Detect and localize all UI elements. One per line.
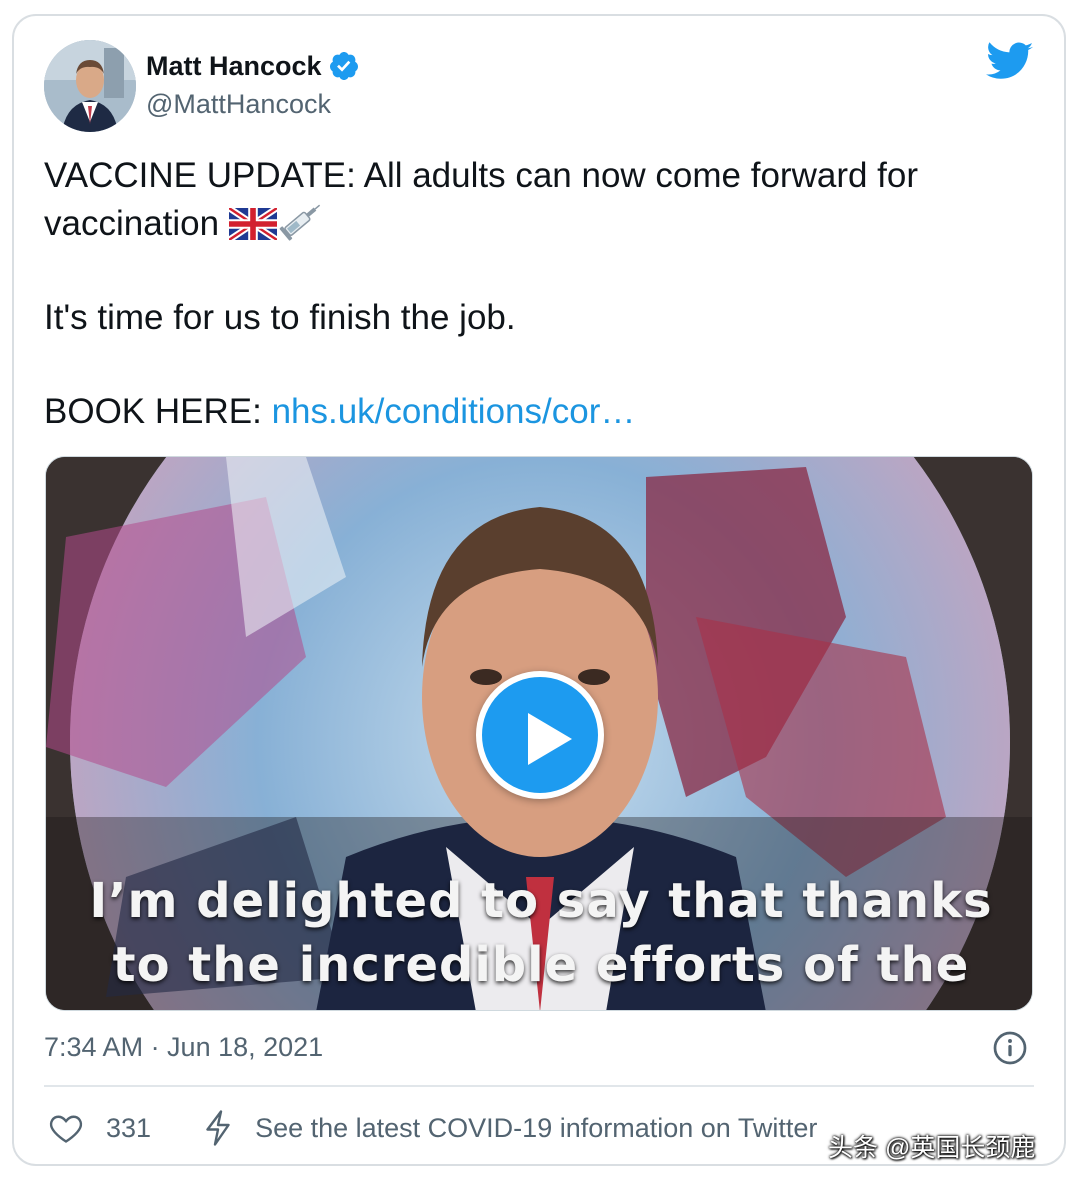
book-prefix: BOOK HERE: — [44, 392, 272, 431]
divider — [44, 1085, 1034, 1087]
tweet-line-2: vaccination — [44, 199, 1034, 247]
author-handle[interactable]: @MattHancock — [146, 89, 331, 120]
verified-badge-icon — [329, 52, 358, 80]
like-count[interactable]: 331 — [106, 1113, 151, 1144]
author-name-text[interactable]: Matt Hancock — [146, 51, 322, 82]
like-heart-icon[interactable] — [48, 1110, 84, 1146]
action-bar: 331 See the latest COVID-19 information … — [48, 1108, 817, 1148]
syringe-icon — [279, 204, 321, 241]
nhs-link[interactable]: nhs.uk/conditions/cor… — [272, 392, 636, 431]
covid-info-link[interactable]: See the latest COVID-19 information on T… — [255, 1113, 817, 1144]
source-watermark: 头条 @英国长颈鹿 — [828, 1134, 1036, 1162]
avatar[interactable] — [44, 40, 136, 132]
info-icon[interactable] — [992, 1030, 1028, 1066]
tweet-line-3: It's time for us to finish the job. — [44, 298, 516, 337]
play-button[interactable] — [476, 671, 604, 799]
uk-flag-icon — [229, 208, 278, 240]
tweet-timestamp[interactable]: 7:34 AM · Jun 18, 2021 — [44, 1032, 323, 1063]
tweet-line-2-text: vaccination — [44, 204, 220, 243]
tweet-text: VACCINE UPDATE: All adults can now come … — [44, 152, 1034, 435]
author-name[interactable]: Matt Hancock — [146, 50, 360, 82]
twitter-bird-icon[interactable] — [986, 42, 1034, 82]
lightning-bolt-icon — [206, 1110, 230, 1146]
tweet-line-1: VACCINE UPDATE: All adults can now come … — [44, 156, 919, 195]
video-player[interactable]: I’m delighted to say that thanks to the … — [45, 456, 1033, 1011]
tweet-line-4: BOOK HERE: nhs.uk/conditions/cor… — [44, 388, 1034, 435]
